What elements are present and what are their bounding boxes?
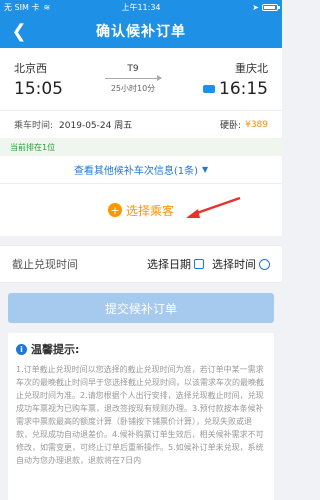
deadline-row: 截止兑现时间 选择日期 选择时间 [0,245,282,283]
to-station-name: 重庆北 [235,61,268,75]
clock-text: 上午11:34 [121,2,161,12]
carrier-text: 无 SIM 卡 [4,2,40,12]
queue-status: 当前排在1位 [0,138,282,156]
train-info: T9 25小时10分 [105,64,162,94]
tips-title: 温馨提示: [31,343,80,356]
travel-date: 2019-05-24 周五 [59,121,133,131]
arrival-station: 重庆北 16:15 [203,60,268,99]
clock-icon [259,258,270,270]
ticket-price: ¥389 [245,119,268,130]
seat-row: 乘车时间: 2019-05-24 周五 硬卧: ¥389 [0,110,282,138]
seat-type: 硬卧: [220,121,242,131]
ticket-tag-icon [203,84,215,93]
select-time-button[interactable]: 选择时间 [212,256,270,272]
departure-station: 北京西 15:05 [14,60,63,99]
submit-order-button[interactable]: 提交候补订单 [8,293,274,323]
deadline-label: 截止兑现时间 [12,258,78,271]
plus-icon: + [107,203,122,217]
calendar-icon [194,259,204,269]
arrow-right-icon [105,75,162,81]
select-date-label: 选择日期 [147,258,191,271]
caret-down-icon: ▼ [202,165,209,174]
battery-icon [261,3,280,11]
tips-body: 1.订单截止兑现时间以您选择的截止兑现时间为准，若订单中某一需求车次的最晚截止时… [16,365,264,465]
select-time-label: 选择时间 [212,258,256,271]
from-time: 15:05 [14,78,63,99]
train-number: T9 [127,64,139,74]
wifi-icon: ≋ [43,2,51,12]
to-time: 16:15 [219,78,268,99]
trip-card: 北京西 15:05 T9 25小时10分 重庆北 16:15 乘车时间: 201… [0,48,282,138]
nav-bar: ❮ 确认候补订单 [0,14,282,48]
select-passenger-label: 选择乘客 [125,203,174,218]
location-icon: ➤ [252,2,259,12]
annotation-arrow-icon [186,196,241,218]
date-label: 乘车时间: [14,121,54,131]
from-station-name: 北京西 [14,61,47,75]
other-trains-label: 查看其他候补车次信息(1条) [73,166,198,177]
duration: 25小时10分 [110,84,156,93]
info-icon: i [16,343,27,355]
back-icon[interactable]: ❮ [8,20,30,42]
select-date-button[interactable]: 选择日期 [147,256,204,272]
page-title: 确认候补订单 [96,24,186,40]
tips-panel: i 温馨提示: 1.订单截止兑现时间以您选择的截止兑现时间为准，若订单中某一需求… [8,333,274,500]
status-bar: 无 SIM 卡 ≋ 上午11:34 ➤ [0,0,282,14]
other-trains-link[interactable]: 查看其他候补车次信息(1条) ▼ [0,156,282,184]
